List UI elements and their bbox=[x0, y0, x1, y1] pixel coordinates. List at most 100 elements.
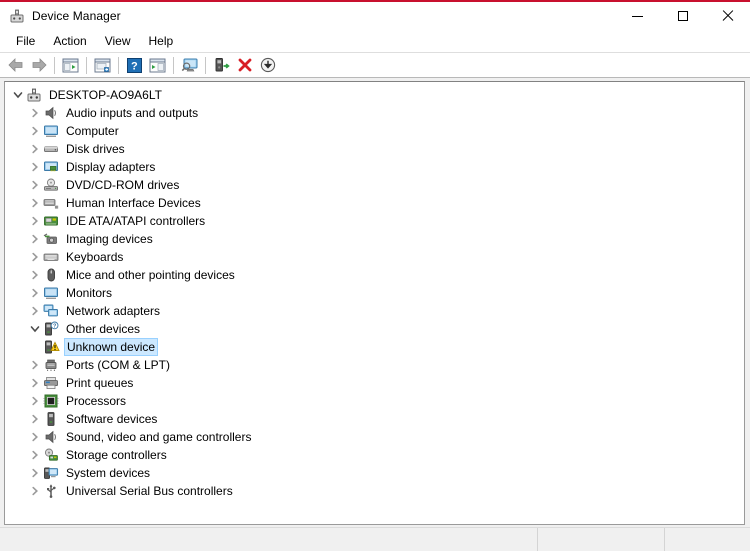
tree-node-label: System devices bbox=[66, 466, 151, 480]
tree-node-dvd-cd-rom-drives[interactable]: DVD/CD-ROM drives bbox=[5, 176, 744, 194]
camera-icon bbox=[43, 231, 59, 247]
speaker-icon bbox=[43, 429, 59, 445]
chevron-right-icon[interactable] bbox=[27, 410, 43, 428]
port-icon bbox=[43, 357, 59, 373]
chevron-right-icon[interactable] bbox=[27, 446, 43, 464]
tree-node-label: Disk drives bbox=[66, 142, 125, 156]
chevron-right-icon[interactable] bbox=[27, 194, 43, 212]
toolbar-separator-2 bbox=[86, 56, 87, 74]
tree-node-label: Universal Serial Bus controllers bbox=[66, 484, 233, 498]
chevron-right-icon[interactable] bbox=[27, 392, 43, 410]
chevron-right-icon[interactable] bbox=[27, 104, 43, 122]
tree-node-computer[interactable]: Computer bbox=[5, 122, 744, 140]
svg-text:?: ? bbox=[53, 324, 56, 330]
chevron-right-icon[interactable] bbox=[27, 266, 43, 284]
tree-node-ide-ata-atapi-controllers[interactable]: IDE ATA/ATAPI controllers bbox=[5, 212, 744, 230]
status-bar bbox=[0, 527, 750, 551]
tree-node-network-adapters[interactable]: Network adapters bbox=[5, 302, 744, 320]
chevron-right-icon[interactable] bbox=[27, 284, 43, 302]
chevron-right-icon[interactable] bbox=[27, 248, 43, 266]
tree-node-other-devices[interactable]: ? Other devices bbox=[5, 320, 744, 338]
tree-node-label: Software devices bbox=[66, 412, 158, 426]
chevron-right-icon[interactable] bbox=[27, 302, 43, 320]
maximize-button[interactable] bbox=[660, 2, 705, 30]
chevron-right-icon[interactable] bbox=[27, 122, 43, 140]
tree-node-imaging-devices[interactable]: Imaging devices bbox=[5, 230, 744, 248]
uninstall-device-button[interactable] bbox=[233, 54, 256, 76]
back-button[interactable] bbox=[4, 54, 27, 76]
tree-node-monitors[interactable]: Monitors bbox=[5, 284, 744, 302]
toolbar-separator-3 bbox=[118, 56, 119, 74]
tree-node-storage-controllers[interactable]: Storage controllers bbox=[5, 446, 744, 464]
network-adapter-icon bbox=[43, 303, 59, 319]
help-button[interactable]: ? bbox=[123, 54, 146, 76]
forward-button[interactable] bbox=[27, 54, 50, 76]
device-manager-icon bbox=[9, 8, 25, 24]
menu-item-file[interactable]: File bbox=[7, 32, 44, 50]
tree-node-ports-com-lpt[interactable]: Ports (COM & LPT) bbox=[5, 356, 744, 374]
tree-node-label: Mice and other pointing devices bbox=[66, 268, 235, 282]
chevron-right-icon[interactable] bbox=[27, 212, 43, 230]
tree-node-desktop[interactable]: DESKTOP-AO9A6LT bbox=[5, 86, 744, 104]
update-driver-button[interactable] bbox=[210, 54, 233, 76]
show-hide-action-pane-button[interactable] bbox=[146, 54, 169, 76]
help-question-icon: ? bbox=[127, 57, 142, 73]
display-adapter-icon bbox=[43, 159, 59, 175]
chevron-right-icon[interactable] bbox=[27, 230, 43, 248]
tree-node-label: Computer bbox=[66, 124, 119, 138]
menu-item-view[interactable]: View bbox=[96, 32, 140, 50]
chevron-right-icon[interactable] bbox=[27, 356, 43, 374]
system-device-icon bbox=[43, 465, 59, 481]
tree-node-label: Processors bbox=[66, 394, 127, 408]
scan-for-hardware-changes-button[interactable] bbox=[178, 54, 201, 76]
tree-node-mice-and-other-pointing-devices[interactable]: Mice and other pointing devices bbox=[5, 266, 744, 284]
tree-node-label: IDE ATA/ATAPI controllers bbox=[66, 214, 206, 228]
tree-node-system-devices[interactable]: System devices bbox=[5, 464, 744, 482]
disable-device-button[interactable] bbox=[256, 54, 279, 76]
chevron-right-icon[interactable] bbox=[27, 464, 43, 482]
chevron-down-icon[interactable] bbox=[27, 320, 43, 338]
tree-node-human-interface-devices[interactable]: Human Interface Devices bbox=[5, 194, 744, 212]
show-hide-console-tree-button[interactable] bbox=[59, 54, 82, 76]
chevron-right-icon[interactable] bbox=[27, 428, 43, 446]
window-title: Device Manager bbox=[32, 9, 121, 23]
client-area: DESKTOP-AO9A6LT Audio inputs and outputs bbox=[0, 78, 750, 527]
tree-node-universal-serial-bus-controllers[interactable]: Universal Serial Bus controllers bbox=[5, 482, 744, 500]
tree-node-disk-drives[interactable]: Disk drives bbox=[5, 140, 744, 158]
properties-button[interactable] bbox=[91, 54, 114, 76]
tree-node-software-devices[interactable]: Software devices bbox=[5, 410, 744, 428]
device-tree[interactable]: DESKTOP-AO9A6LT Audio inputs and outputs bbox=[4, 81, 745, 525]
tree-node-label: Human Interface Devices bbox=[66, 196, 201, 210]
menu-item-help[interactable]: Help bbox=[140, 32, 183, 50]
storage-controller-icon bbox=[43, 447, 59, 463]
status-pane-secondary bbox=[538, 528, 665, 551]
usb-icon bbox=[43, 483, 59, 499]
tree-node-label: Ports (COM & LPT) bbox=[66, 358, 171, 372]
menu-item-action[interactable]: Action bbox=[44, 32, 95, 50]
tree-node-audio-inputs-and-outputs[interactable]: Audio inputs and outputs bbox=[5, 104, 744, 122]
tree-node-keyboards[interactable]: Keyboards bbox=[5, 248, 744, 266]
ide-controller-icon bbox=[43, 213, 59, 229]
chevron-right-icon[interactable] bbox=[27, 176, 43, 194]
processor-icon bbox=[43, 393, 59, 409]
tree-node-label: Imaging devices bbox=[66, 232, 153, 246]
chevron-right-icon[interactable] bbox=[27, 482, 43, 500]
tree-node-processors[interactable]: Processors bbox=[5, 392, 744, 410]
dvd-drive-icon bbox=[43, 177, 59, 193]
status-pane-message bbox=[0, 528, 538, 551]
chevron-down-icon[interactable] bbox=[10, 86, 26, 104]
tree-node-display-adapters[interactable]: Display adapters bbox=[5, 158, 744, 176]
minimize-button[interactable] bbox=[615, 2, 660, 30]
tree-node-label: DESKTOP-AO9A6LT bbox=[49, 88, 162, 102]
chevron-right-icon[interactable] bbox=[27, 158, 43, 176]
close-button[interactable] bbox=[705, 2, 750, 30]
chevron-right-icon[interactable] bbox=[27, 140, 43, 158]
tree-node-unknown-device[interactable]: Unknown device bbox=[5, 338, 744, 356]
arrow-left-icon bbox=[7, 58, 22, 72]
hid-icon bbox=[43, 195, 59, 211]
tree-node-print-queues[interactable]: Print queues bbox=[5, 374, 744, 392]
toolbar-separator-5 bbox=[205, 56, 206, 74]
tree-node-sound-video-and-game-controllers[interactable]: Sound, video and game controllers bbox=[5, 428, 744, 446]
disable-down-arrow-icon bbox=[260, 57, 275, 73]
chevron-right-icon[interactable] bbox=[27, 374, 43, 392]
